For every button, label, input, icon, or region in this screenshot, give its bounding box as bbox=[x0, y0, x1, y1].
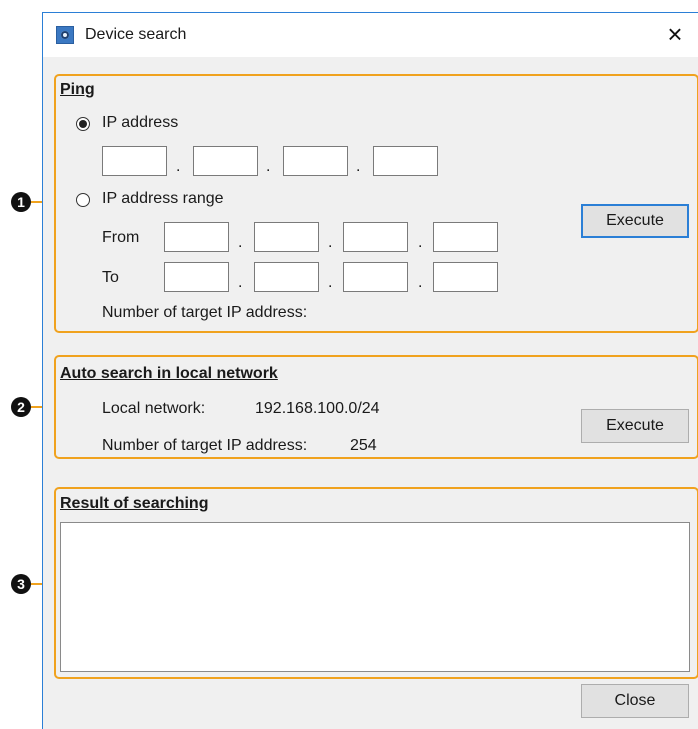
ip-address-octet-4[interactable] bbox=[373, 146, 438, 176]
close-window-icon[interactable]: × bbox=[660, 19, 690, 49]
ip-address-radio[interactable] bbox=[76, 117, 90, 131]
ip-separator: . bbox=[328, 274, 333, 291]
ip-separator: . bbox=[418, 234, 423, 251]
ip-address-range-label: IP address range bbox=[102, 190, 224, 207]
local-network-label: Local network: bbox=[102, 400, 206, 417]
ping-target-count-label: Number of target IP address: bbox=[102, 304, 308, 321]
ip-separator: . bbox=[328, 234, 333, 251]
from-octet-4[interactable] bbox=[433, 222, 498, 252]
to-octet-3[interactable] bbox=[343, 262, 408, 292]
auto-target-count-value: 254 bbox=[350, 437, 377, 454]
from-octet-3[interactable] bbox=[343, 222, 408, 252]
from-octet-2[interactable] bbox=[254, 222, 319, 252]
ip-address-octet-2[interactable] bbox=[193, 146, 258, 176]
ip-separator: . bbox=[238, 274, 243, 291]
ping-execute-button[interactable]: Execute bbox=[581, 204, 689, 238]
ip-address-octet-3[interactable] bbox=[283, 146, 348, 176]
result-group-title: Result of searching bbox=[60, 495, 209, 512]
ip-address-label: IP address bbox=[102, 114, 179, 131]
auto-search-group-title: Auto search in local network bbox=[60, 365, 278, 382]
ip-address-range-radio[interactable] bbox=[76, 193, 90, 207]
callout-marker-3: 3 bbox=[11, 574, 31, 594]
close-button[interactable]: Close bbox=[581, 684, 689, 718]
callout-marker-2: 2 bbox=[11, 397, 31, 417]
to-octet-4[interactable] bbox=[433, 262, 498, 292]
ip-address-octet-1[interactable] bbox=[102, 146, 167, 176]
ip-separator: . bbox=[356, 158, 361, 175]
ip-separator: . bbox=[238, 234, 243, 251]
window-title: Device search bbox=[85, 26, 187, 43]
device-search-window: Device search × Ping IP address . . . IP… bbox=[42, 12, 698, 729]
callout-marker-1: 1 bbox=[11, 192, 31, 212]
device-search-app-icon bbox=[56, 26, 74, 44]
local-network-value: 192.168.100.0/24 bbox=[255, 400, 380, 417]
from-label: From bbox=[102, 229, 140, 246]
title-bar: Device search × bbox=[43, 13, 698, 57]
from-octet-1[interactable] bbox=[164, 222, 229, 252]
to-octet-1[interactable] bbox=[164, 262, 229, 292]
ping-group-title: Ping bbox=[60, 81, 95, 98]
ip-separator: . bbox=[176, 158, 181, 175]
to-label: To bbox=[102, 269, 119, 286]
auto-search-execute-button[interactable]: Execute bbox=[581, 409, 689, 443]
ip-separator: . bbox=[266, 158, 271, 175]
ip-separator: . bbox=[418, 274, 423, 291]
to-octet-2[interactable] bbox=[254, 262, 319, 292]
result-list[interactable] bbox=[60, 522, 690, 672]
auto-target-count-label: Number of target IP address: bbox=[102, 437, 308, 454]
